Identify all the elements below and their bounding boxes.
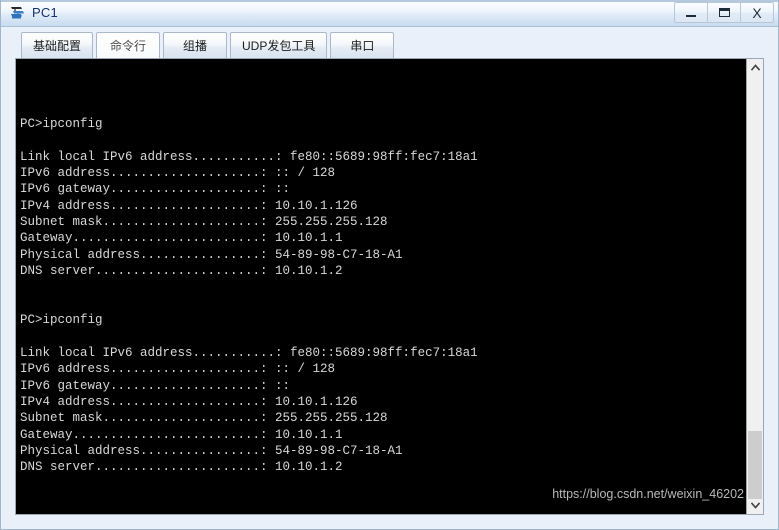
- terminal-scrollbar[interactable]: [746, 59, 763, 514]
- close-icon: X: [752, 4, 762, 21]
- minimize-button[interactable]: [674, 2, 708, 23]
- pc1-window: PC1 X 基础配置 命令行 组播 UDP发包工具 串口 PC>ipconfig…: [0, 0, 779, 530]
- tab-serial-port-label: 串口: [350, 39, 375, 53]
- terminal-line: Physical address................: 54-89-…: [20, 247, 403, 262]
- terminal-output[interactable]: PC>ipconfig Link local IPv6 address......…: [16, 59, 746, 514]
- terminal-line: IPv6 address....................: :: / 1…: [20, 362, 336, 377]
- router-pc-icon: [9, 4, 27, 22]
- scrollbar-track[interactable]: [747, 76, 763, 499]
- terminal-line: PC>ipconfig: [20, 313, 103, 328]
- close-button[interactable]: X: [740, 2, 774, 23]
- tab-multicast[interactable]: 组播: [163, 32, 228, 58]
- tab-command-line[interactable]: 命令行: [96, 32, 161, 58]
- terminal-line: IPv6 gateway....................: ::: [20, 182, 291, 197]
- chevron-down-icon: [750, 502, 760, 509]
- terminal-lines: PC>ipconfig Link local IPv6 address......…: [20, 100, 746, 514]
- minimize-icon: [686, 14, 696, 17]
- scroll-down-button[interactable]: [747, 497, 763, 514]
- chevron-up-icon: [750, 64, 760, 71]
- terminal-line: IPv6 address....................: :: / 1…: [20, 166, 336, 181]
- terminal-line: Subnet mask.....................: 255.25…: [20, 411, 388, 426]
- terminal-line: Link local IPv6 address...........: fe80…: [20, 345, 478, 360]
- window-title: PC1: [32, 5, 58, 20]
- terminal-line: Gateway.........................: 10.10.…: [20, 427, 343, 442]
- terminal-line: Link local IPv6 address...........: fe80…: [20, 149, 478, 164]
- terminal-line: DNS server......................: 10.10.…: [20, 460, 343, 475]
- terminal-line: IPv6 gateway....................: ::: [20, 378, 291, 393]
- terminal-line: IPv4 address....................: 10.10.…: [20, 198, 358, 213]
- window-controls: X: [674, 2, 774, 23]
- maximize-icon: [718, 8, 730, 17]
- tab-command-line-label: 命令行: [110, 39, 147, 53]
- terminal-line: Subnet mask.....................: 255.25…: [20, 215, 388, 230]
- scroll-up-button[interactable]: [747, 59, 763, 76]
- tab-strip: 基础配置 命令行 组播 UDP发包工具 串口: [1, 27, 778, 58]
- terminal-line: Gateway.........................: 10.10.…: [20, 231, 343, 246]
- terminal-line: IPv4 address....................: 10.10.…: [20, 394, 358, 409]
- tab-serial-port[interactable]: 串口: [330, 32, 395, 58]
- scrollbar-thumb[interactable]: [748, 431, 762, 499]
- tab-udp-tool[interactable]: UDP发包工具: [230, 32, 328, 58]
- titlebar[interactable]: PC1 X: [1, 0, 778, 27]
- terminal-line: DNS server......................: 10.10.…: [20, 264, 343, 279]
- tab-basic-config-label: 基础配置: [33, 39, 82, 53]
- tab-multicast-label: 组播: [183, 39, 208, 53]
- tab-basic-config[interactable]: 基础配置: [21, 32, 94, 58]
- terminal-line: PC>ipconfig: [20, 117, 103, 132]
- maximize-button[interactable]: [707, 2, 741, 23]
- tab-udp-tool-label: UDP发包工具: [242, 39, 316, 53]
- terminal-panel: PC>ipconfig Link local IPv6 address......…: [15, 58, 764, 515]
- terminal-line: Physical address................: 54-89-…: [20, 443, 403, 458]
